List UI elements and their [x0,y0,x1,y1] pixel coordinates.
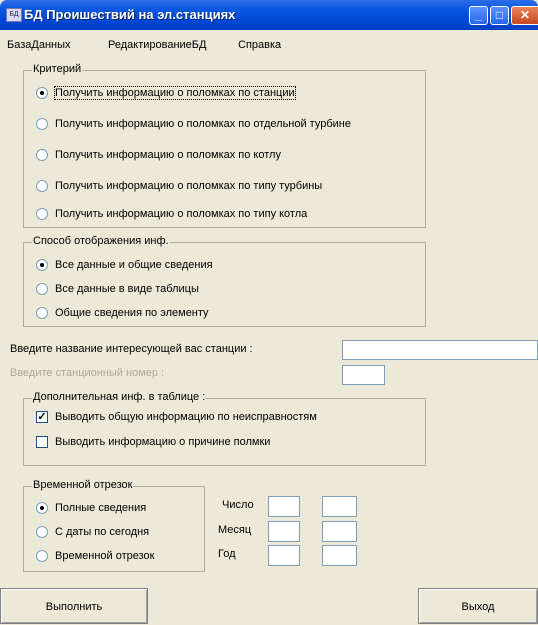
table-extra-group: Дополнительная инф. в таблице : [23,391,426,466]
exit-button[interactable]: Выход [418,588,538,624]
day-label: Число [222,499,254,511]
checkbox-failure-cause[interactable] [36,436,48,448]
station-name-input[interactable] [342,340,538,360]
period-legend: Временной отрезок [32,479,134,491]
label-failure-cause[interactable]: Выводить информацию о причине полмки [55,436,270,448]
period-radio-since-date[interactable] [36,526,48,538]
checkbox-general-faults[interactable]: ✓ [36,411,48,423]
display-label-element[interactable]: Общие сведения по элементу [55,307,209,319]
menu-database[interactable]: БазаДанных [7,39,71,51]
menu-bar: БазаДанных РедактированиеБД Справка [0,30,538,56]
criteria-label-turbine[interactable]: Получить информацию о поломках по отдель… [55,118,351,130]
station-number-label: Введите станционный номер : [10,367,165,379]
display-legend: Способ отображения инф. [32,235,170,247]
window-title: БД Проишествий на эл.станциях [24,7,236,22]
station-name-label: Введите название интересующей вас станци… [10,343,253,355]
app-icon[interactable]: БД [6,8,22,22]
close-button[interactable]: ✕ [511,6,538,25]
year-label: Год [218,548,236,560]
month-label: Месяц [218,524,252,536]
criteria-label-boiler-type[interactable]: Получить информацию о поломках по типу к… [55,208,307,220]
criteria-radio-turbine[interactable] [36,118,48,130]
display-radio-element[interactable] [36,307,48,319]
month-to-input[interactable] [322,521,357,542]
criteria-radio-boiler-type[interactable] [36,208,48,220]
table-extra-legend: Дополнительная инф. в таблице : [32,391,207,403]
period-label-full[interactable]: Полные сведения [55,502,146,514]
month-from-input[interactable] [268,521,300,542]
display-label-all-general[interactable]: Все данные и общие сведения [55,259,213,271]
menu-edit-database[interactable]: РедактированиеБД [108,39,206,51]
minimize-button[interactable]: _ [469,6,488,25]
year-from-input[interactable] [268,545,300,566]
maximize-button[interactable]: □ [490,6,509,25]
display-label-table[interactable]: Все данные в виде таблицы [55,283,199,295]
period-radio-full[interactable] [36,502,48,514]
execute-button[interactable]: Выполнить [0,588,148,624]
criteria-label-turbine-type[interactable]: Получить информацию о поломках по типу т… [55,180,322,192]
day-to-input[interactable] [322,496,357,517]
menu-help[interactable]: Справка [238,39,281,51]
display-radio-all-general[interactable] [36,259,48,271]
period-radio-range[interactable] [36,550,48,562]
day-from-input[interactable] [268,496,300,517]
criteria-radio-turbine-type[interactable] [36,180,48,192]
criteria-radio-station[interactable] [36,87,48,99]
criteria-legend: Критерий [32,63,83,75]
station-number-input[interactable] [342,365,385,385]
criteria-label-boiler[interactable]: Получить информацию о поломках по котлу [55,149,281,161]
year-to-input[interactable] [322,545,357,566]
display-radio-table[interactable] [36,283,48,295]
title-bar[interactable]: БД БД Проишествий на эл.станциях _ □ ✕ [0,0,538,30]
period-label-since-date[interactable]: С даты по сегодня [55,526,149,538]
criteria-radio-boiler[interactable] [36,149,48,161]
criteria-label-station[interactable]: Получить информацию о поломках по станци… [54,86,296,100]
period-label-range[interactable]: Временной отрезок [55,550,154,562]
label-general-faults[interactable]: Выводить общую информацию по неисправнос… [55,411,317,423]
